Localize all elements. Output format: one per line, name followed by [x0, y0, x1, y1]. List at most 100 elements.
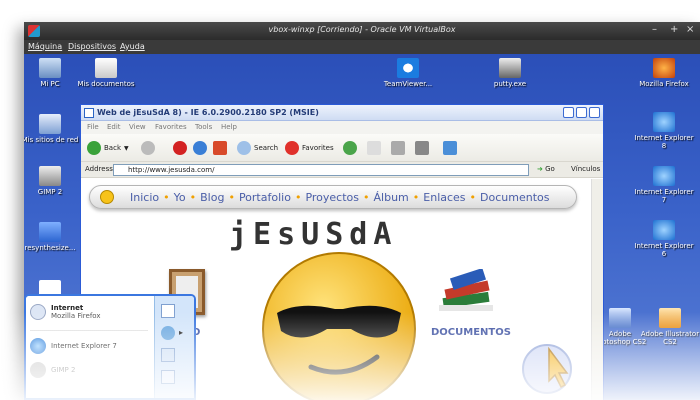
menu-maquina[interactable]: Máquina: [28, 42, 62, 51]
history-icon: [343, 141, 357, 155]
menu-tools[interactable]: Tools: [195, 123, 212, 131]
menu-ayuda[interactable]: Ayuda: [120, 42, 145, 51]
site-navbar: Inicio • Yo • Blog • Portafolio • Proyectos • Álbu…: [89, 185, 577, 209]
nav-enlaces[interactable]: Enlaces: [423, 191, 465, 204]
page-scrollbar[interactable]: [591, 179, 603, 400]
desktop-icon-mis-documentos[interactable]: Mis documentos: [76, 58, 136, 88]
cool-smiley-icon: [262, 252, 416, 400]
forward-button[interactable]: [141, 140, 155, 156]
caption-documentos[interactable]: DOCUMENTOS: [431, 327, 511, 338]
search-button[interactable]: Search: [237, 140, 278, 156]
refresh-button[interactable]: [193, 140, 207, 156]
edit-icon: [415, 141, 429, 155]
desktop-icon-ie7[interactable]: Internet Explorer 7: [634, 166, 694, 204]
desktop-icon-mi-pc[interactable]: Mi PC: [24, 58, 80, 88]
network-icon: [39, 114, 61, 134]
nav-blog[interactable]: Blog: [200, 191, 224, 204]
edit-button[interactable]: [415, 140, 429, 156]
nav-separator: •: [163, 191, 170, 204]
menu-favorites[interactable]: Favorites: [155, 123, 187, 131]
globe-cursor-icon[interactable]: [519, 341, 575, 397]
virtualbox-menubar: Máquina Dispositivos Ayuda: [24, 40, 700, 54]
ie-close-button[interactable]: [589, 107, 600, 118]
address-bar: Address http://www.jesusda.com/ ➜ Go Vín…: [81, 162, 603, 178]
search-icon: [237, 141, 251, 155]
desktop-icon-firefox[interactable]: Mozilla Firefox: [634, 58, 694, 88]
ie-icon: [653, 220, 675, 240]
desktop-icon-teamviewer[interactable]: TeamViewer...: [378, 58, 438, 88]
ie-page-icon: [84, 108, 94, 118]
documents-icon: [95, 58, 117, 78]
messenger-button[interactable]: [443, 140, 457, 156]
folder-icon: [39, 222, 61, 242]
start-item-gimp-label: GIMP 2: [51, 366, 76, 374]
firefox-icon: [653, 58, 675, 78]
photoshop-icon: [609, 308, 631, 328]
stop-button[interactable]: [173, 140, 187, 156]
nav-portafolio[interactable]: Portafolio: [239, 191, 291, 204]
desktop-icon-ie8[interactable]: Internet Explorer 8: [634, 112, 694, 150]
desktop-icon-resynthesize[interactable]: resynthesize...: [24, 222, 80, 252]
desktop-icon-gimp[interactable]: GIMP 2: [24, 166, 80, 196]
ie-menubar: File Edit View Favorites Tools Help: [81, 121, 603, 134]
ie-minimize-button[interactable]: [563, 107, 574, 118]
books-icon[interactable]: [437, 269, 497, 317]
menu-file[interactable]: File: [87, 123, 99, 131]
site-brand: jEsUSdA: [229, 217, 398, 252]
start-item-ie7[interactable]: Internet Explorer 7: [30, 338, 117, 354]
nav-yo[interactable]: Yo: [174, 191, 186, 204]
ie-titlebar[interactable]: Web de jEsuSdA 8) - IE 6.0.2900.2180 SP2…: [81, 105, 603, 121]
stop-icon: [173, 141, 187, 155]
nav-documentos[interactable]: Documentos: [480, 191, 549, 204]
links-button[interactable]: Vínculos: [571, 165, 600, 173]
mail-icon: [367, 141, 381, 155]
computer-icon: [39, 58, 61, 78]
ie-icon: [30, 338, 46, 354]
history-button[interactable]: [343, 140, 357, 156]
gimp-icon: [39, 166, 61, 186]
nav-album[interactable]: Álbum: [374, 191, 409, 204]
home-button[interactable]: [213, 140, 227, 156]
menu-edit[interactable]: Edit: [107, 123, 121, 131]
menu-help[interactable]: Help: [221, 123, 237, 131]
network-icon[interactable]: [161, 326, 175, 340]
mail-button[interactable]: [367, 140, 381, 156]
start-item-internet-sub: Mozilla Firefox: [51, 312, 101, 320]
desktop-icon-ie6[interactable]: Internet Explorer 6: [634, 220, 694, 258]
maximize-button[interactable]: +: [670, 24, 678, 35]
chevron-down-icon: ▼: [124, 144, 129, 152]
print-icon: [391, 141, 405, 155]
start-item-internet[interactable]: Internet Mozilla Firefox: [30, 304, 101, 320]
address-input[interactable]: http://www.jesusda.com/: [113, 164, 529, 176]
desktop-icon-mis-sitios-de-red[interactable]: Mis sitios de red: [24, 114, 80, 144]
nav-inicio[interactable]: Inicio: [130, 191, 159, 204]
back-arrow-icon: [87, 141, 101, 155]
close-button[interactable]: ×: [686, 24, 694, 35]
control-panel-icon[interactable]: [161, 370, 175, 384]
desktop-icon-putty[interactable]: putty.exe: [480, 58, 540, 88]
virtualbox-titlebar[interactable]: vbox-winxp [Corriendo] - Oracle VM Virtu…: [24, 22, 700, 40]
start-item-gimp[interactable]: GIMP 2: [30, 362, 75, 378]
documents-icon[interactable]: [161, 304, 175, 318]
nav-separator: •: [412, 191, 420, 204]
desktop-icon-illustrator[interactable]: Adobe Illustrator CS2: [640, 308, 700, 346]
site-nav-links: Inicio • Yo • Blog • Portafolio • Proyectos • Álbu…: [130, 191, 549, 204]
teamviewer-icon: [397, 58, 419, 78]
ie-maximize-button[interactable]: [576, 107, 587, 118]
print-button[interactable]: [391, 140, 405, 156]
start-item-internet-text: Internet Mozilla Firefox: [51, 304, 101, 320]
ie-icon: [653, 166, 675, 186]
refresh-icon: [193, 141, 207, 155]
computer-icon[interactable]: [161, 348, 175, 362]
smiley-icon: [100, 190, 114, 204]
favorites-button[interactable]: Favorites: [285, 140, 334, 156]
menu-dispositivos[interactable]: Dispositivos: [68, 42, 116, 51]
menu-view[interactable]: View: [129, 123, 146, 131]
start-item-ie7-label: Internet Explorer 7: [51, 342, 117, 350]
nav-separator: •: [363, 191, 370, 204]
ie-title: Web de jEsuSdA 8) - IE 6.0.2900.2180 SP2…: [97, 108, 319, 117]
minimize-button[interactable]: –: [652, 24, 657, 35]
back-button[interactable]: Back ▼: [87, 140, 129, 156]
nav-proyectos[interactable]: Proyectos: [305, 191, 359, 204]
go-button[interactable]: ➜ Go: [537, 165, 555, 173]
